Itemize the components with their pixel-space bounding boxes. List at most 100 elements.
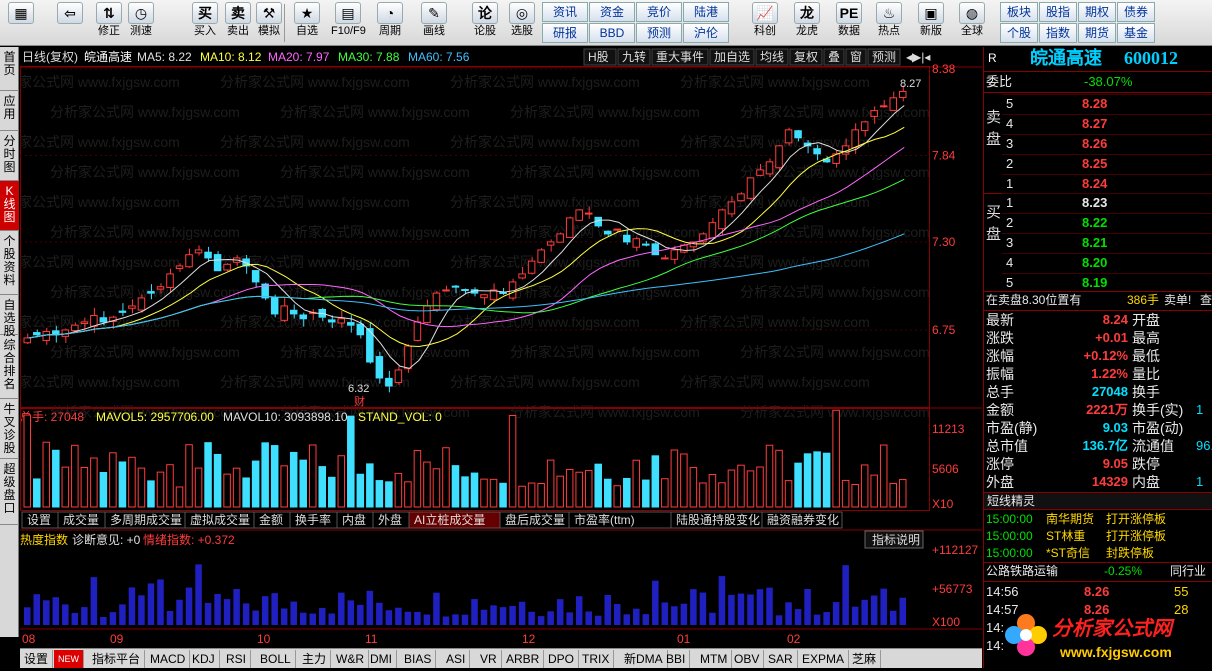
row-divider [1002,253,1212,254]
menu-bbd[interactable]: BBD [589,23,635,43]
menu-qihuo[interactable]: 期货 [1078,23,1116,43]
toolbar-button-5[interactable]: 卖卖出 [221,2,255,44]
buy-level-price[interactable]: 8.23 [1082,194,1107,212]
vol-tab-label: 内盘 [342,512,366,527]
toolbar2-button-3[interactable]: ♨ 热点 [872,2,906,44]
buy-level-price[interactable]: 8.22 [1082,214,1107,232]
toolbar-button-3[interactable]: ◷ 测速 [124,2,158,44]
volume-bar [128,456,136,508]
menu-lugang[interactable]: 陆港 [683,2,729,22]
toolbar2-button-5[interactable]: ◍ 全球 [955,2,989,44]
toolbar-button-8[interactable]: ▤ F10/F9 [331,2,366,44]
indicator-tab[interactable]: EXPMA [798,650,850,668]
toolbar-button-12[interactable]: ◎ 选股 [505,2,539,44]
indicator-tab[interactable]: ASI [442,650,471,668]
candle-body [423,305,431,324]
indicator-tab[interactable]: NEW [54,650,84,668]
indicator-tab[interactable]: MTM [696,650,733,668]
left-nav-item[interactable]: 首页 [0,47,19,91]
toolbar-button-0[interactable]: ▦ [4,2,38,44]
toolbar-button-11[interactable]: 论论股 [468,2,502,44]
sell-level-price[interactable]: 8.24 [1082,175,1107,193]
row-divider [1002,233,1212,234]
indicator-tab[interactable]: RSI [222,650,252,668]
indicator-tab[interactable]: MACD [146,650,191,668]
indicator-tab[interactable]: DMI [366,650,397,668]
left-nav-item[interactable]: 综合排名 [0,335,19,399]
sprite-stock[interactable]: ST林重 [1046,527,1085,545]
menu-yuce[interactable]: 预测 [636,23,682,43]
menu-jijin[interactable]: 基金 [1117,23,1155,43]
left-nav-item[interactable]: 个股资料 [0,231,19,295]
toolbar2-button-0[interactable]: 📈 科创 [748,2,782,44]
vol-tab-label: AI立桩成交量 [414,512,485,527]
nav-arrows-icon[interactable]: ◂▶|◂ [906,50,930,64]
buy-level-price[interactable]: 8.21 [1082,234,1107,252]
sell-level-price[interactable]: 8.28 [1082,95,1107,113]
left-nav-item[interactable]: 牛叉诊股 [0,399,19,459]
buy-level-price[interactable]: 8.19 [1082,274,1107,292]
candle-body [175,265,184,269]
indicator-tab[interactable]: 指标平台 [88,650,146,668]
toolbar-button-10[interactable]: ✎ 画线 [417,2,451,44]
sector-more[interactable]: 同行业 [1170,562,1206,580]
indicator-tab[interactable]: DPO [544,650,580,668]
indicator-tab[interactable]: BBI [662,650,691,668]
price-tick: 7.30 [932,235,956,249]
menu-bankuai[interactable]: 板块 [1000,2,1038,22]
menu-jingjia[interactable]: 竞价 [636,2,682,22]
toolbar2-button-1[interactable]: 龙龙虎 [790,2,824,44]
toolbar2-button-2[interactable]: PE 数据 [832,2,866,44]
order-notice-more[interactable]: 查 [1200,291,1212,309]
menu-gegu[interactable]: 个股 [1000,23,1038,43]
candle-body [746,177,755,199]
menu-zixun[interactable]: 资讯 [542,2,588,22]
left-nav-item[interactable]: 自选股 [0,295,19,338]
menu-hulun[interactable]: 沪伦 [683,23,729,43]
sell-level-price[interactable]: 8.25 [1082,155,1107,173]
indicator-tab[interactable]: 设置 [20,650,54,668]
toolbar2-button-4[interactable]: ▣ 新版 [914,2,948,44]
menu-guzhi[interactable]: 股指 [1039,2,1077,22]
candle-body [328,319,336,323]
toolbar-button-2[interactable]: ⇅ 修正 [92,2,126,44]
indicator-tab[interactable]: BIAS [400,650,437,668]
buy-level-price[interactable]: 8.20 [1082,254,1107,272]
toolbar-button-7[interactable]: ★ 自选 [290,2,324,44]
left-nav-item[interactable]: 应用 [0,91,19,131]
sprite-stock[interactable]: 南华期货 [1046,510,1094,528]
sprite-stock[interactable]: *ST奇信 [1046,544,1090,562]
sell-level-price[interactable]: 8.27 [1082,115,1107,133]
toolbar-button-6[interactable]: ⚒ 模拟 [252,2,286,44]
left-nav-item[interactable]: 分时图 [0,131,19,181]
menu-qiquan[interactable]: 期权 [1078,2,1116,22]
indicator-tab[interactable]: 新DMA [620,650,668,668]
indicator-tab[interactable]: BOLL [256,650,296,668]
menu-yanbao[interactable]: 研报 [542,23,588,43]
toolbar-button-1[interactable]: ⇦ [53,2,87,44]
sell-level-price[interactable]: 8.26 [1082,135,1107,153]
indicator-tab[interactable]: 主力 [298,650,332,668]
toolbar-button-4[interactable]: 买买入 [188,2,222,44]
toolbar-button-9[interactable]: ◔ 周期 [373,2,407,44]
indicator-tab[interactable]: VR [476,650,502,668]
menu-zijin[interactable]: 资金 [589,2,635,22]
indicator-tab[interactable]: 芝麻 [848,650,882,668]
grid-icon: ▦ [8,2,34,24]
indicator-tab[interactable]: OBV [730,650,765,668]
candle-body [603,230,612,235]
heat-bar [842,565,849,625]
volume-bar [442,447,450,508]
left-nav-item[interactable]: 超级盘口 [0,459,19,525]
menu-zhaiquan[interactable]: 债券 [1117,2,1155,22]
indicator-tab[interactable]: ARBR [502,650,545,668]
indicator-tab[interactable]: SAR [764,650,798,668]
sector-name[interactable]: 公路铁路运输 [986,562,1058,580]
indicator-tab[interactable]: KDJ [188,650,220,668]
volume-bar [99,471,108,508]
indicator-tab[interactable]: TRIX [578,650,615,668]
flower-icon [1005,614,1047,656]
menu-zhishu[interactable]: 指数 [1039,23,1077,43]
left-nav-item[interactable]: K线图 [0,181,19,231]
indicator-tab[interactable]: W&R [332,650,369,668]
